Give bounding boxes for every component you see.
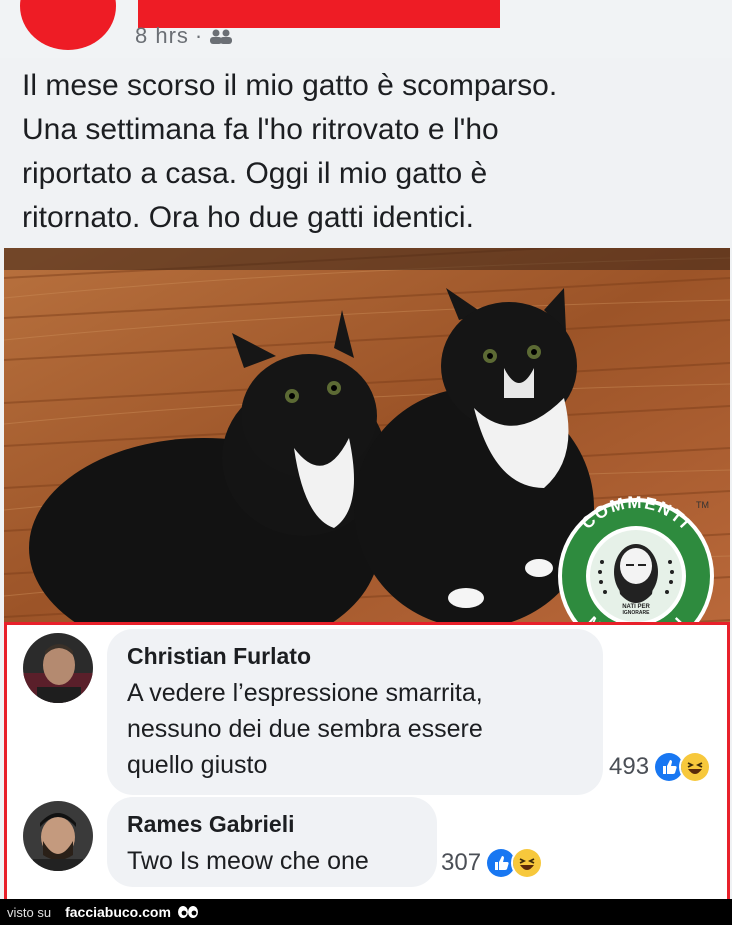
comment-text: Two Is meow che one xyxy=(127,843,369,879)
post-text: Il mese scorso il mio gatto è scomparso.… xyxy=(22,64,722,240)
post-time[interactable]: 8 hrs xyxy=(135,23,189,49)
svg-text:TM: TM xyxy=(696,500,709,510)
redacted-avatar[interactable] xyxy=(20,0,116,50)
comment-text: A vedere l’espressione smarrita, nessuno… xyxy=(127,675,483,783)
comments-section: Christian Furlato A vedere l’espressione… xyxy=(4,622,730,902)
comment-reactions[interactable]: 493 xyxy=(609,751,712,783)
post-text-line: riportato a casa. Oggi il mio gatto è xyxy=(22,157,488,190)
comment-bubble[interactable]: Rames Gabrieli Two Is meow che one xyxy=(107,797,437,887)
post-text-line: ritornato. Ora ho due gatti identici. xyxy=(22,201,474,234)
comment-author[interactable]: Rames Gabrieli xyxy=(127,811,294,838)
post-text-line: Una settimana fa l'ho ritrovato e l'ho xyxy=(22,113,499,146)
friends-icon[interactable] xyxy=(209,28,233,44)
meta-separator: · xyxy=(194,23,204,48)
reaction-count: 493 xyxy=(609,753,650,780)
comment-avatar[interactable] xyxy=(23,633,93,703)
comment-reactions[interactable]: 307 xyxy=(441,847,544,879)
haha-icon xyxy=(679,751,712,783)
svg-text:IGNORARE: IGNORARE xyxy=(623,610,651,616)
comment-text-line: nessuno dei due sembra essere xyxy=(127,715,483,743)
comment-author[interactable]: Christian Furlato xyxy=(127,643,311,670)
comment-text-line: A vedere l’espressione smarrita, xyxy=(127,679,483,707)
reaction-count: 307 xyxy=(441,849,482,876)
comment-text-line: quello giusto xyxy=(127,751,268,779)
post-meta: 8 hrs · xyxy=(135,23,233,49)
post-text-line: Il mese scorso il mio gatto è scomparso. xyxy=(22,69,558,102)
post-header: 8 hrs · xyxy=(0,0,732,58)
haha-icon xyxy=(511,847,544,879)
footer-visto-label: visto su xyxy=(7,904,52,920)
comment-bubble[interactable]: Christian Furlato A vedere l’espressione… xyxy=(107,629,603,795)
footer-site-link[interactable]: facciabuco.com xyxy=(65,904,171,920)
footer-bar: visto su facciabuco.com xyxy=(0,899,732,925)
comment-text-line: Two Is meow che one xyxy=(127,847,369,875)
comment-avatar[interactable] xyxy=(23,801,93,871)
eyes-icon xyxy=(177,905,199,919)
